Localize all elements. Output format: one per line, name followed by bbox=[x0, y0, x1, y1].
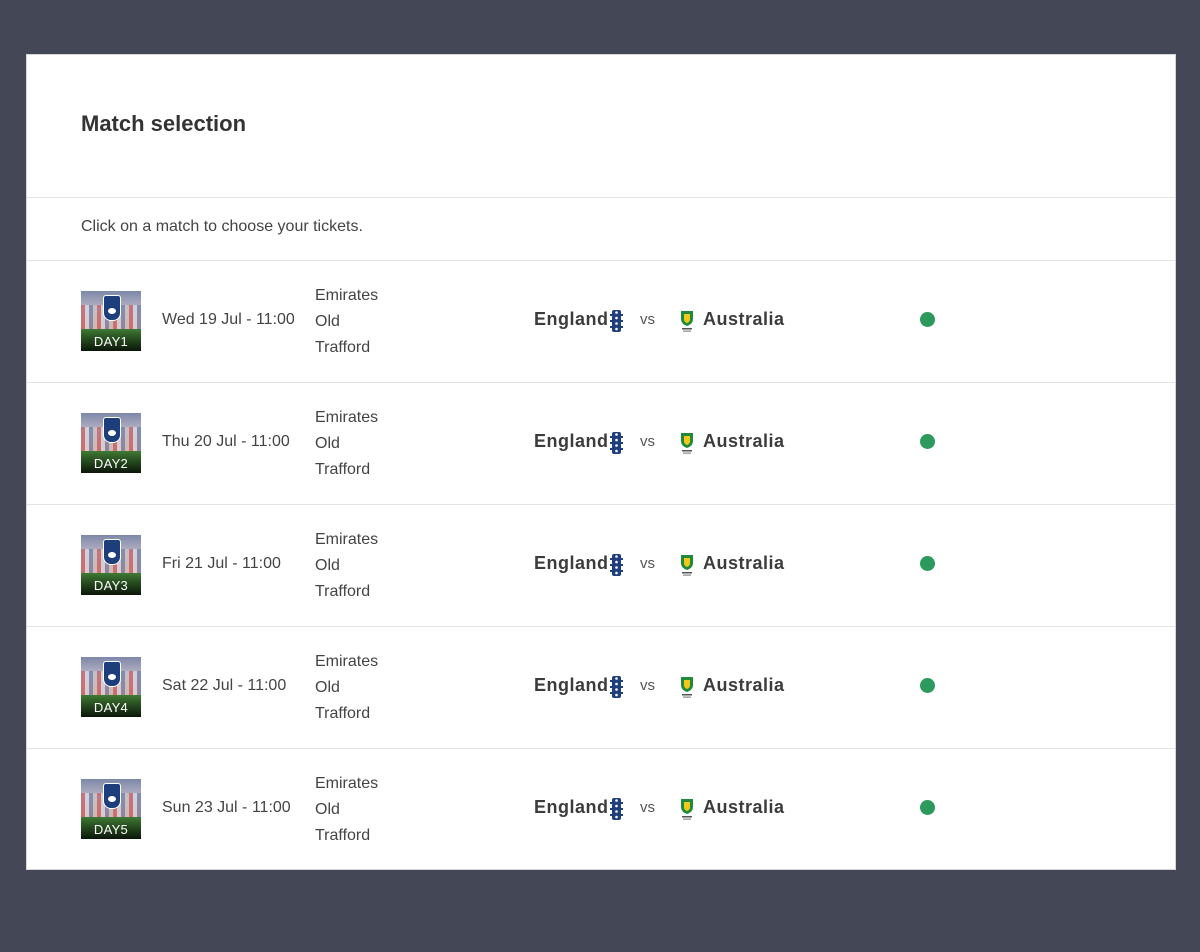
england-crest-icon bbox=[610, 798, 623, 820]
england-crest-icon bbox=[610, 676, 623, 698]
match-row[interactable]: DAY1 Wed 19 Jul - 11:00 Emirates Old Tra… bbox=[27, 261, 1175, 383]
match-row[interactable]: DAY4 Sat 22 Jul - 11:00 Emirates Old Tra… bbox=[27, 627, 1175, 749]
away-team: Australia bbox=[703, 309, 785, 329]
australia-crest-icon bbox=[681, 799, 693, 820]
match-venue: Emirates Old Trafford bbox=[315, 409, 379, 478]
match-row[interactable]: DAY2 Thu 20 Jul - 11:00 Emirates Old Tra… bbox=[27, 383, 1175, 505]
match-venue: Emirates Old Trafford bbox=[315, 653, 379, 722]
away-team: Australia bbox=[703, 797, 785, 817]
match-venue: Emirates Old Trafford bbox=[315, 531, 379, 600]
home-team: England bbox=[534, 675, 609, 695]
match-date: Sat 22 Jul - 11:00 bbox=[162, 677, 287, 694]
match-date: Fri 21 Jul - 11:00 bbox=[162, 555, 281, 572]
page-title: Match selection bbox=[81, 111, 247, 136]
home-team: England bbox=[534, 431, 609, 451]
away-team: Australia bbox=[703, 553, 785, 573]
ashes-badge-icon bbox=[103, 417, 121, 443]
day-label: DAY5 bbox=[93, 822, 129, 837]
card-header: Match selection bbox=[27, 55, 1175, 198]
away-team: Australia bbox=[703, 431, 785, 451]
match-thumbnail: DAY2 bbox=[81, 413, 141, 473]
australia-crest-icon bbox=[681, 433, 693, 454]
match-thumbnail: DAY1 bbox=[81, 291, 141, 351]
match-list: DAY1 Wed 19 Jul - 11:00 Emirates Old Tra… bbox=[27, 261, 1175, 871]
australia-crest-icon bbox=[681, 677, 693, 698]
match-thumbnail: DAY4 bbox=[81, 657, 141, 717]
home-team: England bbox=[534, 797, 609, 817]
match-selection-card: Match selection Click on a match to choo… bbox=[26, 54, 1176, 870]
availability-status-icon bbox=[920, 312, 935, 327]
availability-status-icon bbox=[920, 556, 935, 571]
home-team: England bbox=[534, 309, 609, 329]
versus-label: vs bbox=[640, 677, 655, 694]
match-venue: Emirates Old Trafford bbox=[315, 775, 379, 844]
versus-label: vs bbox=[640, 433, 655, 450]
ashes-badge-icon bbox=[103, 783, 121, 809]
england-crest-icon bbox=[610, 554, 623, 576]
availability-status-icon bbox=[920, 800, 935, 815]
day-label: DAY3 bbox=[93, 578, 129, 593]
match-thumbnail: DAY3 bbox=[81, 535, 141, 595]
match-row[interactable]: DAY5 Sun 23 Jul - 11:00 Emirates Old Tra… bbox=[27, 749, 1175, 871]
availability-status-icon bbox=[920, 678, 935, 693]
match-date: Thu 20 Jul - 11:00 bbox=[162, 433, 290, 450]
ashes-badge-icon bbox=[103, 539, 121, 565]
match-thumbnail: DAY5 bbox=[81, 779, 141, 839]
versus-label: vs bbox=[640, 799, 655, 816]
match-venue: Emirates Old Trafford bbox=[315, 287, 379, 356]
day-label: DAY1 bbox=[93, 334, 129, 349]
availability-status-icon bbox=[920, 434, 935, 449]
instruction-bar: Click on a match to choose your tickets. bbox=[27, 198, 1175, 261]
away-team: Australia bbox=[703, 675, 785, 695]
match-row[interactable]: DAY3 Fri 21 Jul - 11:00 Emirates Old Tra… bbox=[27, 505, 1175, 627]
australia-crest-icon bbox=[681, 555, 693, 576]
versus-label: vs bbox=[640, 555, 655, 572]
home-team: England bbox=[534, 553, 609, 573]
england-crest-icon bbox=[610, 310, 623, 332]
england-crest-icon bbox=[610, 432, 623, 454]
day-label: DAY4 bbox=[93, 700, 129, 715]
instruction-text: Click on a match to choose your tickets. bbox=[81, 218, 363, 235]
versus-label: vs bbox=[640, 311, 655, 328]
ashes-badge-icon bbox=[103, 661, 121, 687]
match-date: Wed 19 Jul - 11:00 bbox=[162, 311, 295, 328]
ashes-badge-icon bbox=[103, 295, 121, 321]
australia-crest-icon bbox=[681, 311, 693, 332]
match-date: Sun 23 Jul - 11:00 bbox=[162, 799, 291, 816]
day-label: DAY2 bbox=[93, 456, 129, 471]
